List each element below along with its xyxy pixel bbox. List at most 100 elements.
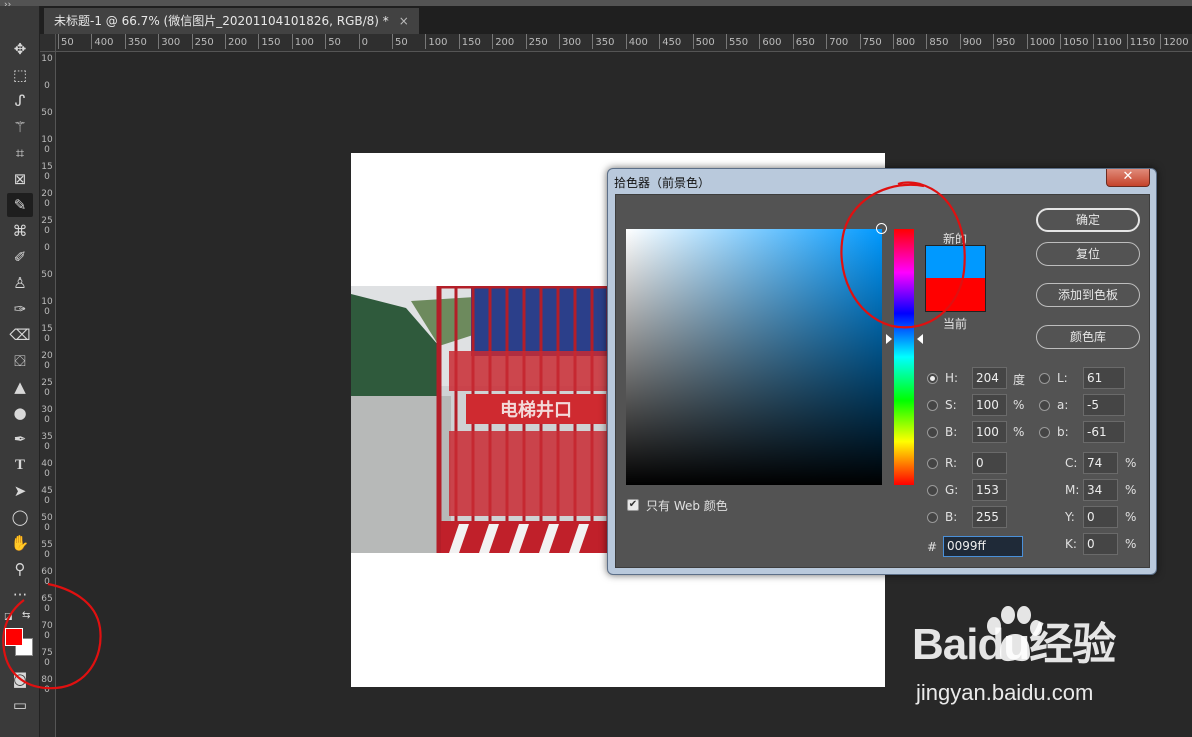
vertical-ruler[interactable]: 10 0 50 100 150 200 250 0 50 100 150 200 250 300 350 40… bbox=[40, 52, 56, 737]
hand-tool-icon[interactable]: ✋ bbox=[7, 531, 33, 555]
green-label: G: bbox=[945, 483, 959, 497]
placed-photo[interactable]: 电梯井口 bbox=[351, 286, 611, 553]
saturation-brightness-field[interactable] bbox=[626, 223, 887, 485]
eraser-tool-icon[interactable]: ⌫ bbox=[7, 323, 33, 347]
hex-input[interactable]: 0099ff bbox=[943, 536, 1023, 557]
color-field-marker[interactable] bbox=[876, 223, 887, 234]
ruler-top-label: 400 bbox=[625, 34, 648, 49]
dodge-tool-icon[interactable]: ● bbox=[7, 401, 33, 425]
color-libraries-button[interactable]: 颜色库 bbox=[1036, 325, 1140, 349]
a-channel-label: a: bbox=[1057, 398, 1069, 412]
a-channel-input[interactable]: -5 bbox=[1083, 394, 1125, 416]
default-colors-icon[interactable]: ◪ bbox=[4, 612, 13, 622]
red-input[interactable]: 0 bbox=[972, 452, 1007, 474]
blue-input[interactable]: 255 bbox=[972, 506, 1007, 528]
path-selection-tool-icon[interactable]: ➤ bbox=[7, 479, 33, 503]
ruler-top-label: 500 bbox=[692, 34, 715, 49]
ruler-top-label: 950 bbox=[993, 34, 1016, 49]
frame-tool-icon[interactable]: ⊠ bbox=[7, 167, 33, 191]
hue-radio[interactable] bbox=[927, 373, 938, 384]
ruler-top-label: 200 bbox=[492, 34, 515, 49]
brightness-unit: % bbox=[1013, 425, 1025, 439]
dialog-close-button[interactable]: ✕ bbox=[1106, 169, 1150, 187]
b-channel-radio[interactable] bbox=[1039, 427, 1050, 438]
photoshop-window: ›› 未标题-1 @ 66.7% (微信图片_20201104101826, R… bbox=[0, 0, 1192, 737]
ellipse-tool-icon[interactable]: ◯ bbox=[7, 505, 33, 529]
brightness-radio[interactable] bbox=[927, 427, 938, 438]
saturation-unit: % bbox=[1013, 398, 1025, 412]
reset-button[interactable]: 复位 bbox=[1036, 242, 1140, 266]
ruler-top-label: 400 bbox=[91, 34, 114, 49]
add-to-swatches-button[interactable]: 添加到色板 bbox=[1036, 283, 1140, 307]
color-picker-dialog: 拾色器（前景色） ✕ 新的 当前 确定 复位 添加到色板 颜色库 H: 204 … bbox=[607, 168, 1157, 575]
saturation-input[interactable]: 100 bbox=[972, 394, 1007, 416]
watermark-url: jingyan.baidu.com bbox=[916, 680, 1094, 705]
ruler-left-label: 100 bbox=[41, 135, 53, 155]
green-input[interactable]: 153 bbox=[972, 479, 1007, 501]
lightness-input[interactable]: 61 bbox=[1083, 367, 1125, 389]
quick-mask-icon[interactable]: ◙ bbox=[7, 667, 33, 691]
a-channel-radio[interactable] bbox=[1039, 400, 1050, 411]
yellow-input[interactable]: 0 bbox=[1083, 506, 1118, 528]
history-brush-tool-icon[interactable]: ✑ bbox=[7, 297, 33, 321]
document-tab[interactable]: 未标题-1 @ 66.7% (微信图片_20201104101826, RGB/… bbox=[44, 8, 419, 34]
hue-input[interactable]: 204 bbox=[972, 367, 1007, 389]
magenta-label: M: bbox=[1065, 483, 1080, 497]
ruler-origin[interactable] bbox=[40, 34, 56, 52]
green-radio[interactable] bbox=[927, 485, 938, 496]
horizontal-ruler[interactable]: 50 400 350 300 250 200 150 100 50 0 50 100 150 200 250… bbox=[56, 34, 1192, 52]
ruler-left-label: 350 bbox=[41, 432, 53, 452]
ruler-top-label: 700 bbox=[826, 34, 849, 49]
photo-image: 电梯井口 bbox=[351, 286, 611, 553]
ok-button[interactable]: 确定 bbox=[1036, 208, 1140, 232]
blue-radio[interactable] bbox=[927, 512, 938, 523]
black-input[interactable]: 0 bbox=[1083, 533, 1118, 555]
screen-mode-icon[interactable]: ▭ bbox=[7, 693, 33, 717]
ruler-top-label: 350 bbox=[124, 34, 147, 49]
pen-tool-icon[interactable]: ✒ bbox=[7, 427, 33, 451]
more-tools-icon[interactable]: ··· bbox=[7, 583, 33, 607]
foreground-color-swatch[interactable] bbox=[5, 628, 23, 646]
hue-slider[interactable] bbox=[894, 229, 914, 485]
magenta-input[interactable]: 34 bbox=[1083, 479, 1118, 501]
current-color-swatch[interactable] bbox=[925, 278, 986, 312]
ruler-left-label: 50 bbox=[41, 270, 53, 280]
ruler-left-label: 250 bbox=[41, 378, 53, 398]
ruler-top-label: 350 bbox=[592, 34, 615, 49]
hex-label: # bbox=[927, 540, 938, 554]
saturation-label: S: bbox=[945, 398, 957, 412]
paint-bucket-tool-icon[interactable]: ⛋ bbox=[7, 349, 33, 373]
zoom-tool-icon[interactable]: ⚲ bbox=[7, 557, 33, 581]
hue-slider-left-arrow-icon[interactable] bbox=[886, 334, 892, 344]
move-tool-icon[interactable]: ✥ bbox=[7, 37, 33, 61]
cyan-input[interactable]: 74 bbox=[1083, 452, 1118, 474]
saturation-radio[interactable] bbox=[927, 400, 938, 411]
magenta-unit: % bbox=[1125, 483, 1137, 497]
type-tool-icon[interactable]: T bbox=[7, 453, 33, 477]
red-label: R: bbox=[945, 456, 958, 470]
healing-brush-tool-icon[interactable]: ⌘ bbox=[7, 219, 33, 243]
b-channel-label: b: bbox=[1057, 425, 1069, 439]
lightness-radio[interactable] bbox=[1039, 373, 1050, 384]
brightness-input[interactable]: 100 bbox=[972, 421, 1007, 443]
stamp-tool-icon[interactable]: ♙ bbox=[7, 271, 33, 295]
red-radio[interactable] bbox=[927, 458, 938, 469]
lightness-label: L: bbox=[1057, 371, 1068, 385]
crop-tool-icon[interactable]: ⌗ bbox=[7, 141, 33, 165]
magic-wand-tool-icon[interactable]: ⚚ bbox=[7, 115, 33, 139]
marquee-tool-icon[interactable]: ⬚ bbox=[7, 63, 33, 87]
lasso-tool-icon[interactable]: ᔑ bbox=[7, 89, 33, 113]
ruler-top-label: 50 bbox=[58, 34, 74, 49]
ruler-top-label: 1100 bbox=[1093, 34, 1122, 49]
ruler-top-label: 250 bbox=[525, 34, 548, 49]
brush-tool-icon[interactable]: ✐ bbox=[7, 245, 33, 269]
b-channel-input[interactable]: -61 bbox=[1083, 421, 1125, 443]
web-colors-checkbox[interactable]: ✔ bbox=[627, 499, 639, 511]
blur-tool-icon[interactable]: ▲ bbox=[7, 375, 33, 399]
yellow-label: Y: bbox=[1065, 510, 1075, 524]
swap-colors-icon[interactable]: ⇆ bbox=[22, 610, 30, 621]
close-tab-icon[interactable]: × bbox=[399, 14, 409, 28]
blue-label: B: bbox=[945, 510, 958, 524]
eyedropper-tool-icon[interactable]: ✎ bbox=[7, 193, 33, 217]
hue-slider-right-arrow-icon[interactable] bbox=[917, 334, 923, 344]
